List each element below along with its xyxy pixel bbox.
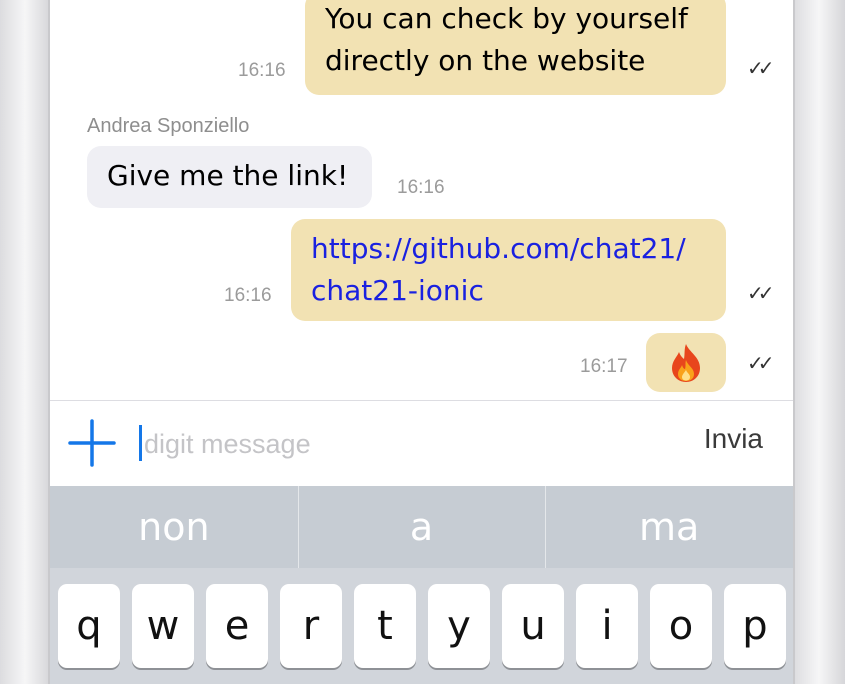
suggestion-item[interactable]: a [297, 486, 546, 568]
key-y[interactable]: y [428, 584, 490, 668]
message-text-line: Give me the link! [107, 159, 349, 192]
message-list: 16:16 You can check by yourself directly… [50, 0, 793, 400]
message-time: 16:16 [238, 60, 286, 81]
incoming-message-bubble[interactable]: Give me the link! [87, 146, 372, 208]
key-w[interactable]: w [132, 584, 194, 668]
read-check-icon: ✓✓ [747, 56, 774, 80]
message-link[interactable]: chat21-ionic [311, 270, 726, 312]
device-frame-left [0, 0, 50, 684]
chat-screen: 16:16 You can check by yourself directly… [50, 0, 793, 684]
outgoing-message-bubble[interactable]: You can check by yourself directly on th… [305, 0, 726, 95]
key-u[interactable]: u [502, 584, 564, 668]
suggestion-item[interactable]: non [50, 486, 298, 568]
device-frame-right [793, 0, 845, 684]
send-button[interactable]: Invia [704, 423, 763, 455]
key-t[interactable]: t [354, 584, 416, 668]
message-time: 16:17 [580, 356, 628, 377]
message-time: 16:16 [224, 285, 272, 306]
read-check-icon: ✓✓ [747, 281, 774, 305]
plus-icon [68, 419, 116, 467]
message-input-bar: Invia [50, 400, 793, 486]
message-time: 16:16 [397, 177, 445, 198]
suggestion-item[interactable]: ma [545, 486, 793, 568]
key-o[interactable]: o [650, 584, 712, 668]
read-check-icon: ✓✓ [747, 351, 774, 375]
message-link[interactable]: https://github.com/chat21/ [311, 228, 726, 270]
message-text-line: directly on the website [325, 44, 646, 77]
keyboard: q w e r t y u i o p [50, 568, 793, 684]
key-q[interactable]: q [58, 584, 120, 668]
fire-icon [672, 343, 700, 382]
sender-name: Andrea Sponziello [87, 115, 250, 137]
message-text-line: You can check by yourself [325, 2, 688, 35]
keyboard-suggestions: non a ma [50, 486, 793, 568]
key-i[interactable]: i [576, 584, 638, 668]
outgoing-message-bubble[interactable] [646, 333, 726, 392]
key-p[interactable]: p [724, 584, 786, 668]
key-e[interactable]: e [206, 584, 268, 668]
message-input[interactable] [142, 421, 646, 467]
outgoing-message-bubble[interactable]: https://github.com/chat21/ chat21-ionic [291, 219, 726, 321]
key-r[interactable]: r [280, 584, 342, 668]
add-attachment-button[interactable] [68, 419, 116, 467]
